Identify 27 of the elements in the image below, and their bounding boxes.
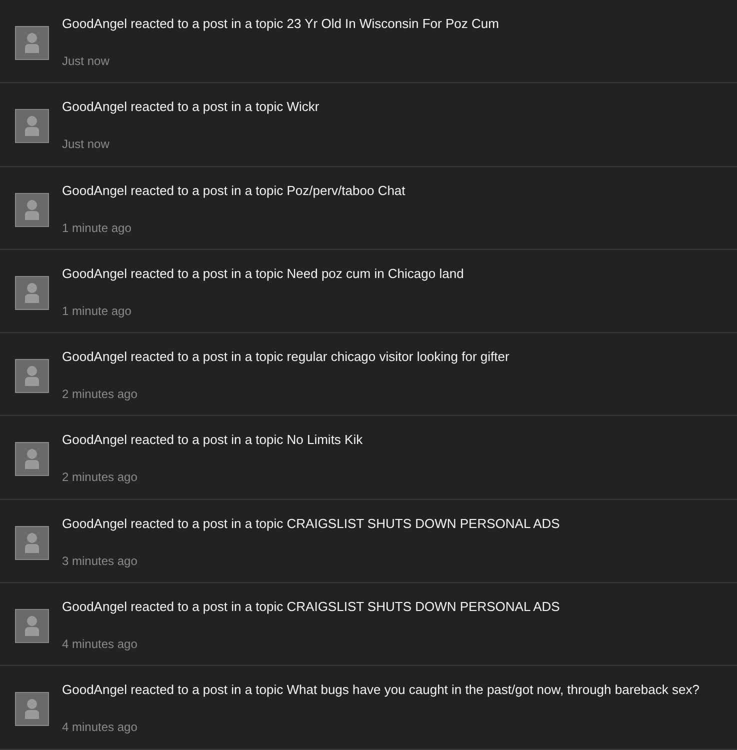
activity-text: GoodAngel reacted to a post in a topic What bugs have you caught in the past/got now, through bareback sex? (62, 681, 700, 700)
activity-text: GoodAngel reacted to a post in a topic Need poz cum in Chicago land (62, 264, 464, 283)
activity-text: GoodAngel reacted to a post in a topic regular chicago visitor looking for gifter (62, 348, 510, 366)
timestamp: 2 minutes ago (62, 469, 138, 486)
timestamp: 2 minutes ago (62, 386, 138, 404)
avatar-icon[interactable] (15, 692, 49, 726)
timestamp: Just now (62, 136, 110, 154)
timestamp: 1 minute ago (62, 302, 132, 320)
avatar-icon[interactable] (15, 276, 49, 310)
timestamp: 4 minutes ago (62, 719, 138, 736)
timestamp: 1 minute ago (62, 220, 132, 237)
activity-text: GoodAngel reacted to a post in a topic 23 Yr Old In Wisconsin For Poz Cum (62, 15, 499, 33)
avatar-icon[interactable] (15, 109, 49, 144)
avatar-icon[interactable] (15, 442, 49, 476)
avatar-icon[interactable] (15, 192, 49, 227)
avatar-icon[interactable] (15, 609, 49, 644)
activity-text: GoodAngel reacted to a post in a topic CRAIGSLIST SHUTS DOWN PERSONAL ADS (62, 598, 560, 616)
avatar-icon[interactable] (15, 359, 49, 394)
activity-text: GoodAngel reacted to a post in a topic No Limits Kik (62, 431, 363, 450)
avatar-icon[interactable] (15, 26, 49, 60)
activity-text: GoodAngel reacted to a post in a topic CRAIGSLIST SHUTS DOWN PERSONAL ADS (62, 514, 560, 533)
avatar-icon[interactable] (15, 526, 49, 560)
timestamp: 4 minutes ago (62, 636, 138, 654)
activity-text: GoodAngel reacted to a post in a topic Wickr (62, 98, 320, 116)
timestamp: Just now (62, 53, 110, 70)
activity-text: GoodAngel reacted to a post in a topic Poz/perv/taboo Chat (62, 182, 406, 200)
timestamp: 3 minutes ago (62, 552, 138, 570)
